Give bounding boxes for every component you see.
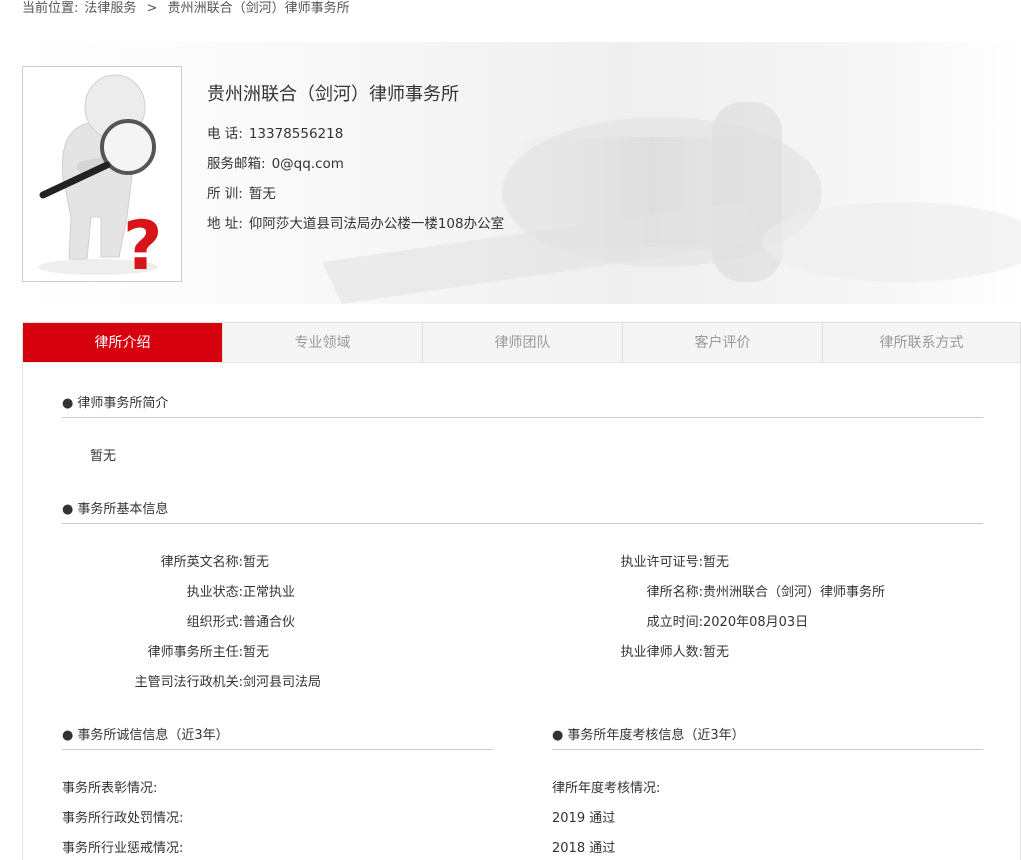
annual-assessment-2019: 2019 通过: [552, 811, 616, 826]
info-director: 律师事务所主任:暂无: [147, 645, 270, 660]
bullet-icon: ●: [552, 728, 564, 743]
credit-heading-text: 事务所诚信信息（近3年）: [77, 728, 229, 743]
breadcrumb: 当前位置: 法律服务 > 贵州洲联合（剑河）律师事务所: [22, 0, 356, 16]
motto-label: 所 训:: [207, 186, 243, 202]
info-organization-form: 组织形式:普通合伙: [186, 615, 296, 630]
tab-contact[interactable]: 律所联系方式: [823, 323, 1020, 363]
credit-commendations: 事务所表彰情况:: [62, 781, 158, 796]
firm-address: 地 址: 仰阿莎大道县司法局办公楼一楼108办公室: [207, 212, 504, 232]
firm-motto: 所 训: 暂无: [207, 182, 276, 202]
info-firm-name: 律所名称:贵州洲联合（剑河）律师事务所: [646, 585, 886, 600]
annual-assessment-label: 律所年度考核情况:: [552, 781, 661, 796]
divider: [552, 749, 983, 750]
info-lawyer-count: 执业律师人数:暂无: [620, 645, 730, 660]
info-english-name: 律所英文名称:暂无: [160, 555, 270, 570]
firm-email: 服务邮箱: 0@qq.com: [207, 152, 344, 172]
info-supervising-authority: 主管司法行政机关:剑河县司法局: [134, 675, 322, 690]
divider: [62, 749, 493, 750]
firm-name-title: 贵州洲联合（剑河）律师事务所: [207, 84, 459, 105]
basic-heading-text: 事务所基本信息: [77, 502, 169, 517]
motto-value: 暂无: [248, 186, 276, 202]
info-established-date: 成立时间:2020年08月03日: [646, 615, 809, 630]
section-heading-intro: ● 律师事务所简介: [62, 392, 168, 411]
phone-value: 13378556218: [248, 126, 344, 142]
tab-client-reviews[interactable]: 客户评价: [623, 323, 823, 363]
divider: [62, 523, 983, 524]
svg-text:?: ?: [123, 207, 162, 281]
intro-text: 暂无: [90, 449, 117, 464]
address-label: 地 址:: [207, 216, 243, 232]
info-practice-status: 执业状态:正常执业: [186, 585, 296, 600]
tab-bar: 律所介绍 专业领域 律师团队 客户评价 律所联系方式: [22, 322, 1021, 363]
tab-practice-areas[interactable]: 专业领域: [223, 323, 423, 363]
address-value: 仰阿莎大道县司法局办公楼一楼108办公室: [248, 216, 505, 232]
phone-label: 电 话:: [207, 126, 243, 142]
section-heading-basic: ● 事务所基本信息: [62, 498, 168, 517]
info-license-number: 执业许可证号:暂无: [620, 555, 730, 570]
credit-administrative-penalties: 事务所行政处罚情况:: [62, 811, 184, 826]
tab-firm-intro[interactable]: 律所介绍: [23, 323, 223, 363]
bullet-icon: ●: [62, 502, 74, 517]
magnifier-figure-image: ?: [23, 67, 181, 281]
section-heading-annual: ● 事务所年度考核信息（近3年）: [552, 724, 745, 743]
bullet-icon: ●: [62, 396, 74, 411]
firm-phone: 电 话: 13378556218: [207, 122, 343, 142]
email-label: 服务邮箱:: [207, 156, 266, 172]
firm-photo: ?: [22, 66, 182, 282]
annual-assessment-2018: 2018 通过: [552, 841, 616, 856]
breadcrumb-prefix: 当前位置:: [22, 1, 79, 16]
breadcrumb-separator: >: [146, 1, 158, 16]
breadcrumb-current: 贵州洲联合（剑河）律师事务所: [167, 1, 350, 16]
divider: [62, 417, 983, 418]
credit-disciplinary-actions: 事务所行业惩戒情况:: [62, 841, 184, 856]
tab-lawyer-team[interactable]: 律师团队: [423, 323, 623, 363]
bullet-icon: ●: [62, 728, 74, 743]
email-value[interactable]: 0@qq.com: [272, 156, 344, 172]
intro-heading-text: 律师事务所简介: [77, 396, 169, 411]
section-heading-credit: ● 事务所诚信信息（近3年）: [62, 724, 229, 743]
breadcrumb-link-legal-services[interactable]: 法律服务: [84, 1, 136, 16]
annual-heading-text: 事务所年度考核信息（近3年）: [567, 728, 745, 743]
